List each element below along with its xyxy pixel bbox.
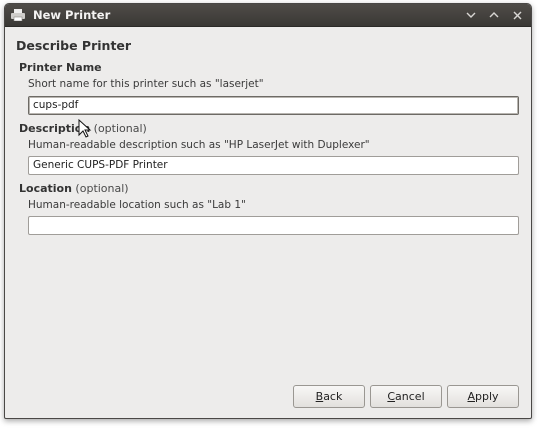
back-mnemonic: B — [315, 390, 324, 403]
chevron-down-icon — [466, 12, 476, 18]
location-hint: Human-readable location such as "Lab 1" — [28, 199, 246, 211]
location-label: Location — [19, 182, 72, 195]
apply-button[interactable]: Apply — [447, 385, 519, 408]
maximize-button[interactable] — [484, 7, 504, 23]
mouse-pointer-icon — [78, 119, 92, 138]
printer-name-label: Printer Name — [19, 61, 102, 74]
title-bar[interactable]: New Printer — [5, 4, 531, 26]
chevron-up-icon — [489, 12, 499, 18]
close-icon — [513, 11, 521, 19]
apply-label: pply — [475, 390, 499, 403]
cancel-mnemonic: C — [387, 390, 396, 403]
page-title: Describe Printer — [16, 38, 132, 53]
location-section-label: Location (optional) — [19, 182, 129, 195]
back-label: ack — [323, 390, 343, 403]
printer-name-hint: Short name for this printer such as "las… — [28, 78, 264, 90]
back-button[interactable]: Back — [293, 385, 365, 408]
location-field[interactable] — [28, 216, 519, 235]
printer-name-section-label: Printer Name — [19, 61, 102, 74]
minimize-button[interactable] — [461, 7, 481, 23]
description-field[interactable]: Generic CUPS-PDF Printer — [28, 156, 519, 175]
description-optional: (optional) — [90, 122, 147, 135]
cancel-label: ancel — [395, 390, 425, 403]
description-hint: Human-readable description such as "HP L… — [28, 139, 370, 151]
printer-icon — [11, 9, 25, 21]
printer-name-field[interactable]: cups-pdf — [28, 96, 519, 115]
cancel-button[interactable]: Cancel — [370, 385, 442, 408]
window-title: New Printer — [33, 8, 111, 22]
apply-mnemonic: A — [467, 390, 475, 403]
close-button[interactable] — [507, 7, 527, 23]
dialog-content: Describe Printer Printer Name Short name… — [5, 26, 531, 418]
location-optional: (optional) — [71, 182, 129, 195]
new-printer-dialog: New Printer Describe Printer Printer Nam… — [4, 3, 532, 419]
